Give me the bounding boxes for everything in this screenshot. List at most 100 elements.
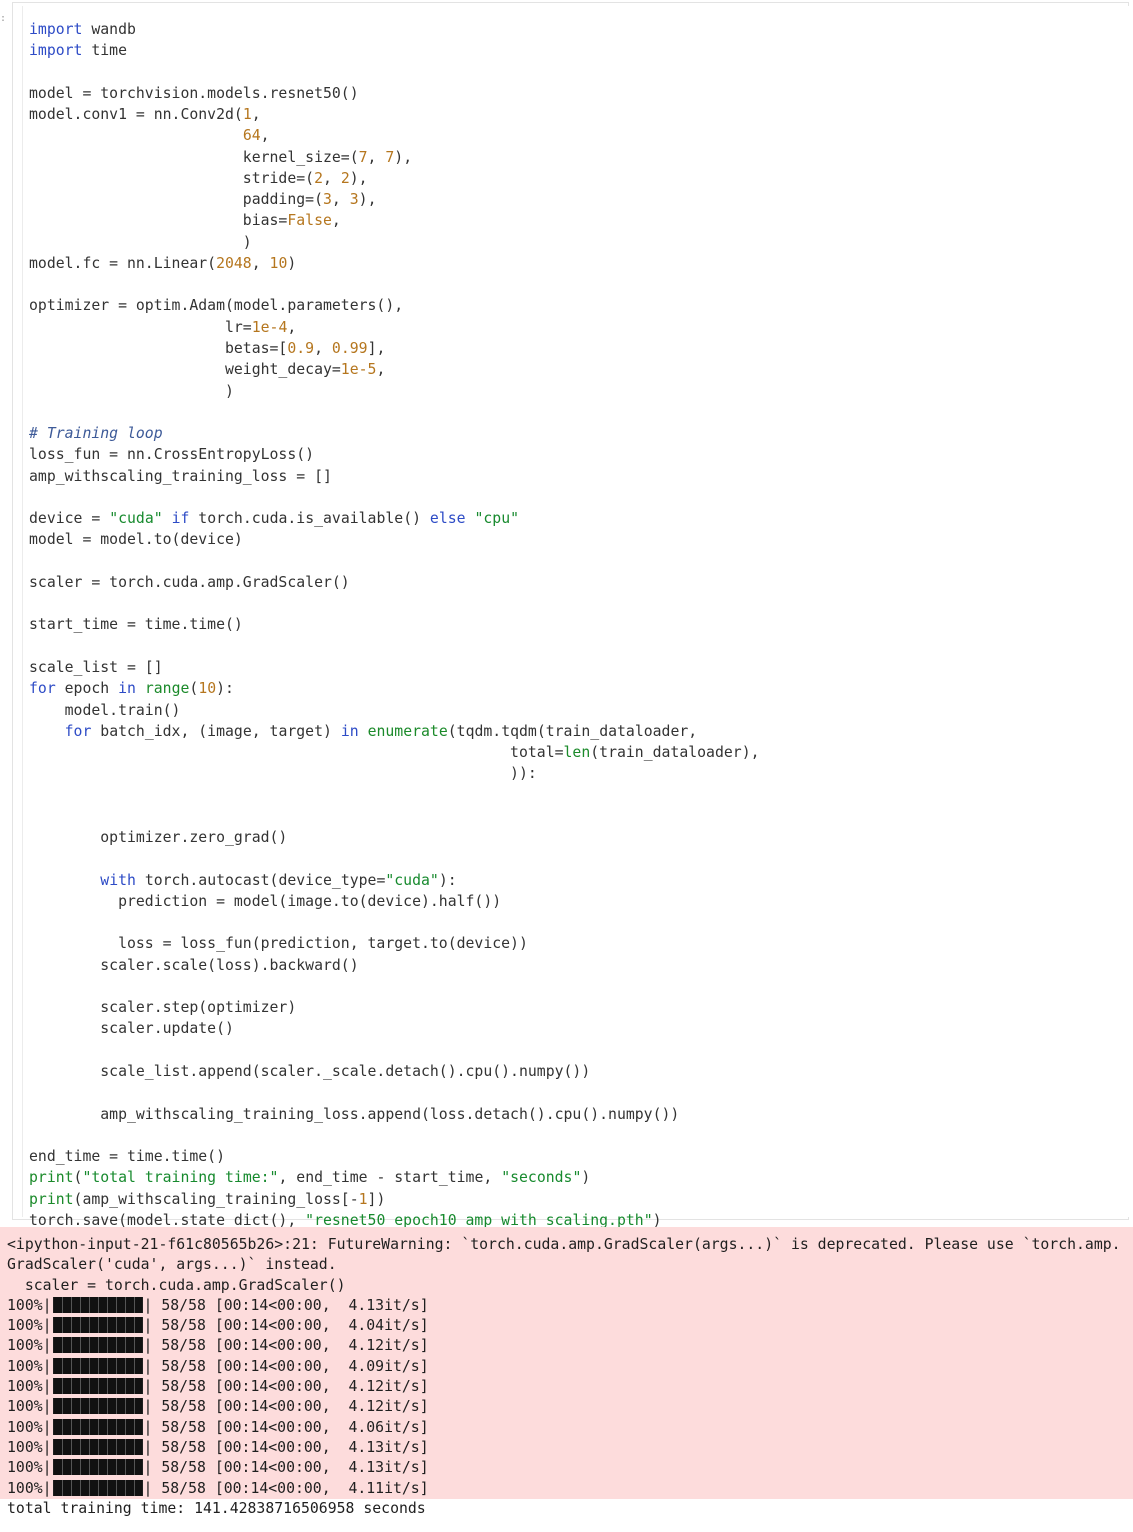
code-token: model.fc = nn.Linear( [29, 254, 217, 272]
code-line: optimizer = optim.Adam(model.parameters(… [29, 295, 760, 316]
code-line: bias=False, [29, 210, 760, 231]
code-line: loss = loss_fun(prediction, target.to(de… [29, 933, 760, 954]
code-line: )): [29, 763, 760, 784]
code-token: prediction = model(image.to(device).half… [29, 892, 502, 910]
code-cell[interactable]: import wandb import time model = torchvis… [12, 2, 1131, 1229]
code-line: end_time = time.time() [29, 1146, 760, 1167]
code-lines: import wandb import time model = torchvis… [29, 19, 760, 1231]
number-token: 10 [198, 680, 217, 698]
code-line: print(amp_withscaling_training_loss[-1]) [29, 1189, 760, 1210]
code-token: , [376, 361, 386, 379]
code-token: ) [287, 254, 297, 272]
progress-row: 100%| | 58/58 [00:14<00:00, 4.11it/s] [7, 1479, 1121, 1499]
keyword-token: else [429, 510, 466, 528]
code-token: scale_list = [] [29, 658, 163, 676]
number-token: 0.99 [331, 339, 368, 357]
code-token: scale_list.append(scaler._scale.detach()… [29, 1063, 591, 1081]
code-line: scaler.step(optimizer) [29, 997, 760, 1018]
keyword-token: in [340, 722, 359, 740]
code-line: import wandb [29, 19, 760, 40]
number-token: 3 [349, 191, 359, 209]
progress-percent: 100%| [7, 1317, 52, 1335]
progress-row: 100%| | 58/58 [00:14<00:00, 4.09it/s] [7, 1357, 1121, 1377]
progress-percent: 100%| [7, 1337, 52, 1355]
code-line: kernel_size=(7, 7), [29, 147, 760, 168]
code-token: ): [438, 871, 457, 889]
code-token: amp_withscaling_training_loss.append(los… [29, 1105, 680, 1123]
code-token: , [251, 254, 270, 272]
code-token: scaler.scale(loss).backward() [29, 956, 359, 974]
cell-drag-handle[interactable]: : [0, 14, 6, 24]
code-line: stride=(2, 2), [29, 168, 760, 189]
code-token: device = [29, 510, 110, 528]
code-token: stride=( [29, 169, 315, 187]
code-line: import time [29, 40, 760, 61]
progress-stats: | 58/58 [00:14<00:00, 4.04it/s] [143, 1317, 429, 1335]
progress-bar [52, 1418, 143, 1435]
progress-stats: | 58/58 [00:14<00:00, 4.13it/s] [143, 1459, 429, 1477]
warning-line: scaler = torch.cuda.amp.GradScaler() [7, 1276, 346, 1294]
progress-stats: | 58/58 [00:14<00:00, 4.12it/s] [143, 1378, 429, 1396]
code-token: (train_dataloader), [590, 744, 760, 762]
code-line: betas=[0.9, 0.99], [29, 338, 760, 359]
code-line: scaler.scale(loss).backward() [29, 955, 760, 976]
number-token: 10 [269, 254, 288, 272]
code-line: model.train() [29, 700, 760, 721]
progress-stats: | 58/58 [00:14<00:00, 4.11it/s] [143, 1479, 429, 1497]
code-token: , [331, 191, 350, 209]
code-line: optimizer.zero_grad() [29, 827, 760, 848]
number-token: 7 [358, 148, 368, 166]
number-token: 2 [340, 169, 350, 187]
number-token: 0.9 [287, 339, 315, 357]
number-token: 7 [385, 148, 395, 166]
code-token: ), [358, 191, 377, 209]
code-token: ) [29, 382, 234, 400]
progress-bar [52, 1398, 143, 1415]
code-line: loss_fun = nn.CrossEntropyLoss() [29, 444, 760, 465]
builtin-token: print [29, 1190, 74, 1208]
code-token: epoch [55, 680, 119, 698]
progress-row: 100%| | 58/58 [00:14<00:00, 4.12it/s] [7, 1397, 1121, 1417]
warning-line: <ipython-input-21-f61c80565b26>:21: Futu… [7, 1236, 1121, 1253]
code-token: torch.cuda.is_available() [189, 510, 430, 528]
cell-output-stderr: <ipython-input-21-f61c80565b26>:21: Futu… [0, 1227, 1133, 1499]
code-line: scaler.update() [29, 1018, 760, 1039]
code-line: # Training loop [29, 423, 760, 444]
code-token: , [251, 106, 261, 124]
code-line: padding=(3, 3), [29, 189, 760, 210]
progress-bar [52, 1438, 143, 1455]
code-token: , [323, 169, 341, 187]
code-token: weight_decay= [29, 361, 341, 379]
keyword-token: for [29, 680, 56, 698]
code-token: torch.autocast(device_type= [135, 871, 386, 889]
code-token: optimizer.zero_grad() [29, 829, 288, 847]
keyword-token: for [64, 722, 92, 740]
code-token: optimizer = optim.Adam(model.parameters(… [29, 297, 404, 315]
progress-percent: 100%| [7, 1459, 52, 1477]
code-line: model.conv1 = nn.Conv2d(1, [29, 104, 760, 125]
code-token: ( [189, 680, 199, 698]
keyword-token: import [29, 21, 83, 38]
progress-row: 100%| | 58/58 [00:14<00:00, 4.13it/s] [7, 1296, 1121, 1316]
progress-row: 100%| | 58/58 [00:14<00:00, 4.12it/s] [7, 1377, 1121, 1397]
number-token: 2 [314, 169, 323, 187]
progress-bar [52, 1479, 143, 1496]
code-token: , [331, 212, 341, 230]
progress-stats: | 58/58 [00:14<00:00, 4.13it/s] [143, 1296, 429, 1314]
code-editor[interactable]: import wandb import time model = torchvis… [22, 6, 1131, 1229]
code-token: , [260, 127, 270, 145]
code-line: amp_withscaling_training_loss.append(los… [29, 1104, 760, 1125]
number-token: 1 [242, 106, 252, 124]
code-token: scaler.step(optimizer) [29, 999, 297, 1017]
code-token: batch_idx, (image, target) [91, 722, 341, 740]
